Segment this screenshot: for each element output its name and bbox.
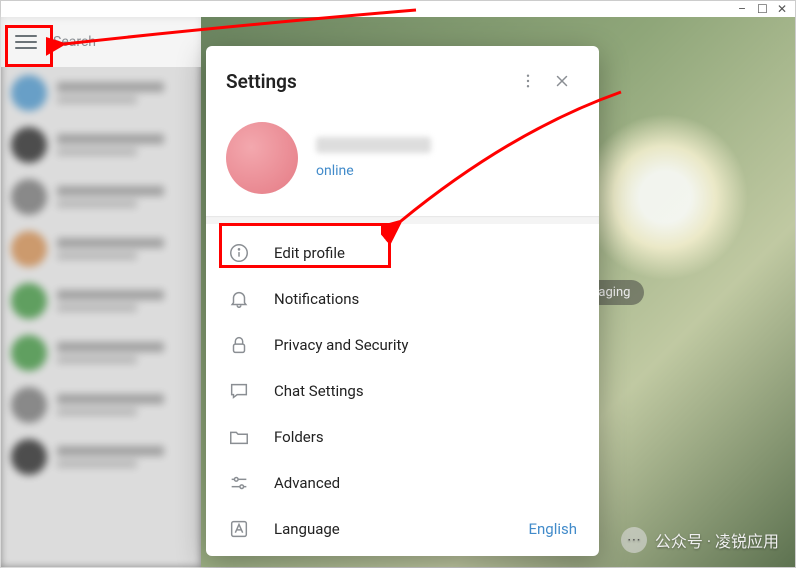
watermark-text: 公众号 · 凌锐应用 bbox=[655, 528, 779, 552]
menu-label: Advanced bbox=[274, 474, 577, 492]
menu-item-edit-profile[interactable]: Edit profile bbox=[206, 230, 599, 276]
chat-item[interactable] bbox=[1, 431, 201, 483]
titlebar: – ☐ ✕ bbox=[1, 1, 795, 17]
profile-avatar[interactable] bbox=[226, 122, 298, 194]
menu-label: Language bbox=[274, 520, 504, 538]
profile-status: online bbox=[316, 163, 579, 179]
menu-item-folders[interactable]: Folders bbox=[206, 414, 599, 460]
menu-label: Folders bbox=[274, 428, 577, 446]
profile-info: online bbox=[316, 137, 579, 179]
settings-header: Settings bbox=[206, 46, 599, 112]
settings-title: Settings bbox=[226, 70, 511, 93]
close-settings-button[interactable] bbox=[545, 64, 579, 98]
bell-icon bbox=[228, 288, 250, 310]
profile-name bbox=[316, 137, 431, 153]
chat-sidebar bbox=[1, 17, 201, 567]
chat-item[interactable] bbox=[1, 223, 201, 275]
minimize-button[interactable]: – bbox=[737, 2, 747, 16]
menu-label: Edit profile bbox=[274, 244, 577, 262]
menu-item-chat-settings[interactable]: Chat Settings bbox=[206, 368, 599, 414]
more-options-button[interactable] bbox=[511, 64, 545, 98]
language-icon bbox=[228, 518, 250, 540]
menu-item-privacy[interactable]: Privacy and Security bbox=[206, 322, 599, 368]
menu-label: Notifications bbox=[274, 290, 577, 308]
menu-label: Chat Settings bbox=[274, 382, 577, 400]
menu-item-advanced[interactable]: Advanced bbox=[206, 460, 599, 506]
sliders-icon bbox=[228, 472, 250, 494]
profile-section: online bbox=[206, 112, 599, 216]
menu-label: Privacy and Security bbox=[274, 336, 577, 354]
wechat-icon: ⋯ bbox=[621, 527, 647, 553]
menu-button[interactable] bbox=[15, 35, 37, 49]
chat-item[interactable] bbox=[1, 67, 201, 119]
chat-item[interactable] bbox=[1, 171, 201, 223]
settings-menu: Edit profile Notifications Privacy and S… bbox=[206, 224, 599, 556]
info-icon bbox=[228, 242, 250, 264]
close-button[interactable]: ✕ bbox=[777, 2, 787, 16]
menu-item-notifications[interactable]: Notifications bbox=[206, 276, 599, 322]
chat-item[interactable] bbox=[1, 275, 201, 327]
menu-value: English bbox=[528, 520, 577, 538]
search-input[interactable]: Search bbox=[53, 34, 96, 50]
menu-item-language[interactable]: Language English bbox=[206, 506, 599, 552]
close-icon bbox=[553, 72, 571, 90]
folder-icon bbox=[228, 426, 250, 448]
app-header: Search bbox=[1, 17, 201, 67]
maximize-button[interactable]: ☐ bbox=[757, 2, 767, 16]
chat-item[interactable] bbox=[1, 379, 201, 431]
dots-icon bbox=[519, 72, 537, 90]
app-window: – ☐ ✕ ssaging Search Settings bbox=[0, 0, 796, 568]
chat-item[interactable] bbox=[1, 119, 201, 171]
settings-panel: Settings online Edit profile Noti bbox=[206, 46, 599, 556]
section-divider bbox=[206, 216, 599, 224]
chat-item[interactable] bbox=[1, 327, 201, 379]
lock-icon bbox=[228, 334, 250, 356]
chat-icon bbox=[228, 380, 250, 402]
watermark: ⋯ 公众号 · 凌锐应用 bbox=[621, 527, 779, 553]
